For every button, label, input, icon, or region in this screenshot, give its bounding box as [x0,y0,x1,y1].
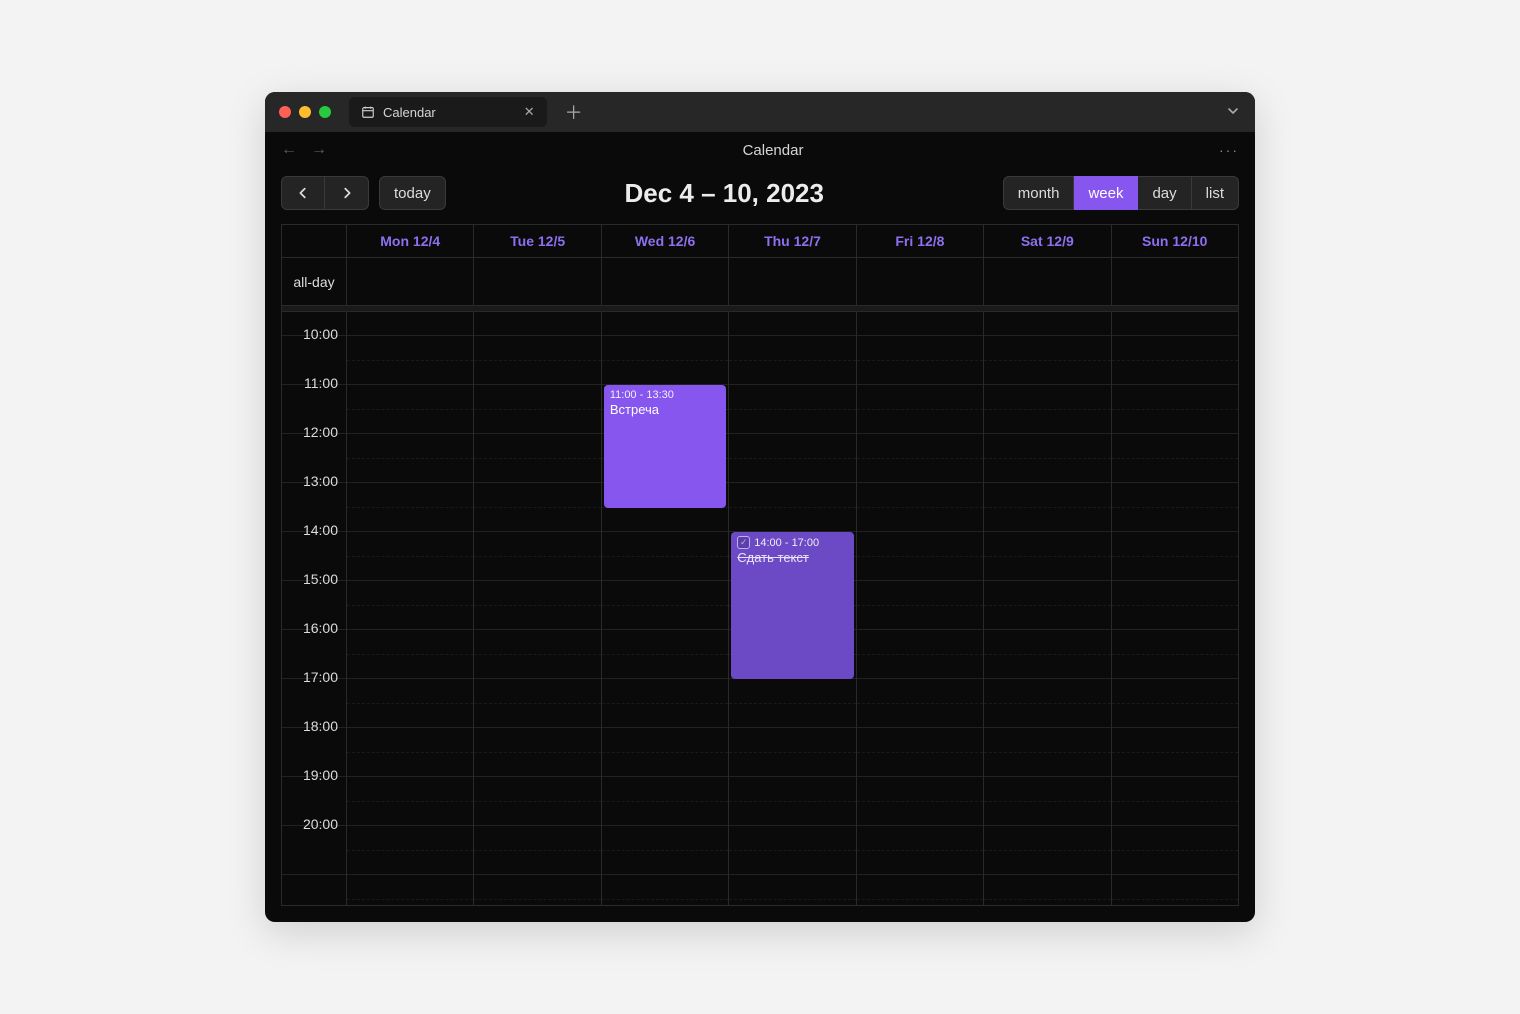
allday-row: all-day [282,258,1238,306]
calendar-toolbar: today Dec 4 – 10, 2023 month week day li… [265,168,1255,224]
window-controls [279,106,331,118]
day-column[interactable] [1111,312,1238,905]
view-list-button[interactable]: list [1192,176,1239,210]
event-time: 14:00 - 17:00 [754,537,819,549]
allday-cell[interactable] [728,258,855,305]
time-gutter: 10:00 11:00 12:00 13:00 14:00 15:00 16:0… [282,312,346,905]
view-week-button[interactable]: week [1074,176,1138,210]
history-forward-button[interactable]: → [311,141,327,159]
allday-cell[interactable] [1111,258,1238,305]
history-back-button[interactable]: ← [281,141,297,159]
window-close-button[interactable] [279,106,291,118]
hour-label: 20:00 [303,816,338,832]
app-header: ← → Calendar ··· [265,132,1255,168]
hour-label: 11:00 [304,375,338,391]
tab-close-button[interactable]: ✕ [524,104,535,120]
next-period-button[interactable] [325,176,369,210]
hour-label: 13:00 [303,473,338,489]
new-tab-button[interactable]: ＋ [565,99,583,125]
page-title: Calendar [327,142,1219,159]
hour-label: 18:00 [303,718,338,734]
tab-title: Calendar [383,105,436,120]
date-range-title: Dec 4 – 10, 2023 [446,178,1003,209]
day-column[interactable] [983,312,1110,905]
date-nav-group [281,176,369,210]
hour-label: 12:00 [303,424,338,440]
day-header[interactable]: Fri 12/8 [856,225,983,257]
calendar-icon [361,105,375,119]
calendar-event[interactable]: 11:00 - 13:30Встреча [604,385,726,508]
allday-cell[interactable] [473,258,600,305]
window-minimize-button[interactable] [299,106,311,118]
time-grid: 10:00 11:00 12:00 13:00 14:00 15:00 16:0… [282,312,1238,905]
allday-cell[interactable] [601,258,728,305]
view-day-button[interactable]: day [1138,176,1191,210]
day-header[interactable]: Mon 12/4 [346,225,473,257]
day-header[interactable]: Sat 12/9 [983,225,1110,257]
day-column[interactable]: ✓ 14:00 - 17:00Сдать текст [728,312,855,905]
app-window: Calendar ✕ ＋ ← → Calendar ··· today Dec … [265,92,1255,922]
window-menu-chevron-icon[interactable] [1225,103,1241,122]
today-button[interactable]: today [379,176,446,210]
calendar-grid: Mon 12/4 Tue 12/5 Wed 12/6 Thu 12/7 Fri … [281,224,1239,906]
allday-cell[interactable] [983,258,1110,305]
hour-label: 14:00 [303,522,338,538]
hour-label: 19:00 [303,767,338,783]
hour-label: 10:00 [303,326,338,342]
prev-period-button[interactable] [281,176,325,210]
event-title: Сдать текст [737,550,847,565]
day-header-row: Mon 12/4 Tue 12/5 Wed 12/6 Thu 12/7 Fri … [282,225,1238,258]
allday-cell[interactable] [346,258,473,305]
day-header[interactable]: Wed 12/6 [601,225,728,257]
event-time: 11:00 - 13:30 [610,389,674,401]
checkbox-checked-icon[interactable]: ✓ [737,536,750,549]
allday-cell[interactable] [856,258,983,305]
allday-label: all-day [282,258,346,305]
day-header[interactable]: Tue 12/5 [473,225,600,257]
view-switcher: month week day list [1003,176,1239,210]
hour-label: 15:00 [303,571,338,587]
day-column[interactable]: 11:00 - 13:30Встреча [601,312,728,905]
calendar-event[interactable]: ✓ 14:00 - 17:00Сдать текст [731,532,853,679]
window-maximize-button[interactable] [319,106,331,118]
day-header[interactable]: Sun 12/10 [1111,225,1238,257]
day-column[interactable] [346,312,473,905]
more-menu-button[interactable]: ··· [1219,142,1239,158]
history-nav: ← → [281,141,327,159]
day-header[interactable]: Thu 12/7 [728,225,855,257]
tab-calendar[interactable]: Calendar ✕ [349,97,547,127]
event-title: Встреча [610,402,720,417]
day-column[interactable] [856,312,983,905]
hour-label: 16:00 [303,620,338,636]
view-month-button[interactable]: month [1003,176,1075,210]
titlebar: Calendar ✕ ＋ [265,92,1255,132]
hour-label: 17:00 [303,669,338,685]
day-column[interactable] [473,312,600,905]
